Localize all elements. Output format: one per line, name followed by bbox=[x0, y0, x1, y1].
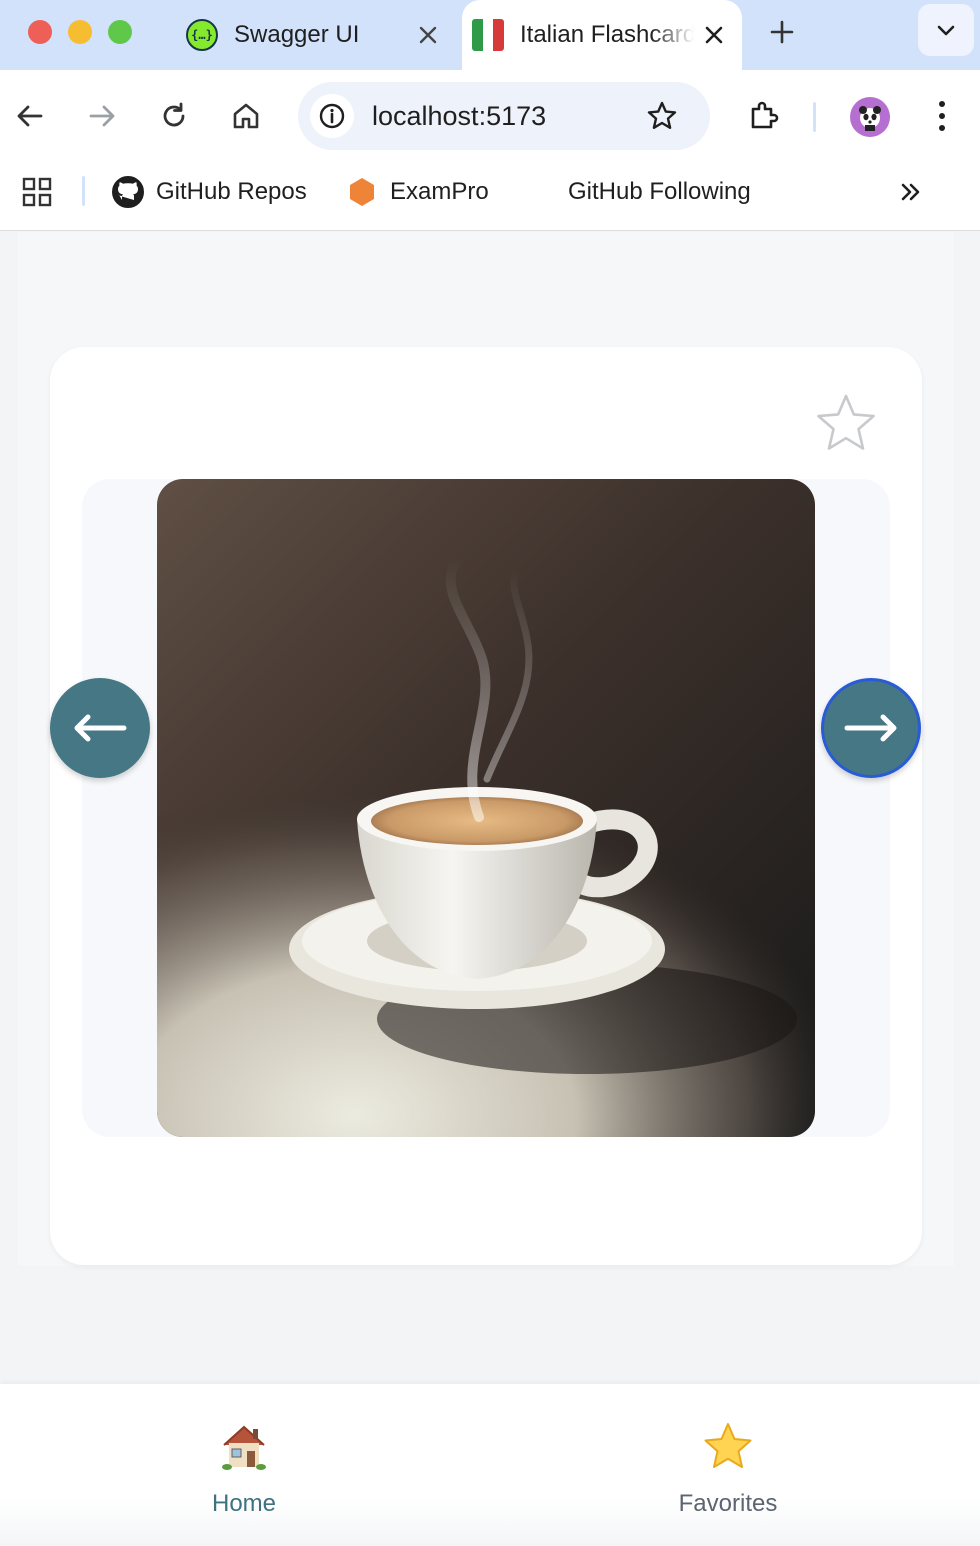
github-icon bbox=[112, 176, 144, 208]
bookmark-exampro[interactable]: ExamPro bbox=[346, 172, 489, 212]
bookmark-star-icon[interactable] bbox=[640, 94, 684, 138]
swagger-icon: {…} bbox=[186, 19, 218, 51]
nav-favorites[interactable]: Favorites bbox=[628, 1420, 828, 1518]
bottom-navigation: Home Favorites bbox=[0, 1384, 980, 1546]
window-close-button[interactable] bbox=[28, 20, 52, 44]
url-text[interactable]: localhost:5173 bbox=[372, 101, 640, 132]
tab-search-button[interactable] bbox=[918, 4, 974, 56]
chevron-down-icon bbox=[937, 25, 955, 36]
apps-grid-icon bbox=[22, 177, 52, 207]
close-tab-icon[interactable] bbox=[408, 15, 448, 55]
extensions-button[interactable] bbox=[742, 94, 786, 138]
italy-flag-icon bbox=[472, 19, 504, 51]
new-tab-button[interactable] bbox=[760, 10, 804, 54]
arrow-left-icon bbox=[17, 105, 43, 127]
address-bar[interactable]: localhost:5173 bbox=[298, 82, 710, 150]
site-info-icon[interactable] bbox=[310, 94, 354, 138]
hexagon-icon bbox=[346, 176, 378, 208]
nav-home-label: Home bbox=[211, 1490, 277, 1517]
favorite-toggle[interactable] bbox=[812, 390, 880, 458]
browser-menu-button[interactable] bbox=[920, 94, 964, 138]
bookmarks-bar: GitHub Repos ExamPro GitHub Following bbox=[0, 160, 980, 231]
nav-home[interactable]: Home bbox=[144, 1420, 344, 1518]
house-icon bbox=[216, 1420, 272, 1474]
next-card-button[interactable] bbox=[821, 678, 921, 778]
toolbar-divider bbox=[813, 102, 816, 132]
back-button[interactable] bbox=[8, 94, 52, 138]
tab-title: Swagger UI bbox=[234, 21, 360, 48]
tab-italian-flashcards[interactable]: Italian Flashcards bbox=[462, 0, 742, 70]
double-chevron-right-icon bbox=[901, 183, 920, 201]
bookmark-github-following[interactable]: GitHub Following bbox=[568, 172, 751, 212]
browser-toolbar: localhost:5173 bbox=[0, 70, 980, 160]
reload-icon bbox=[163, 102, 185, 127]
bookmarks-divider bbox=[82, 176, 85, 206]
plus-icon bbox=[770, 20, 794, 44]
nav-favorites-label: Favorites bbox=[678, 1490, 778, 1517]
previous-card-button[interactable] bbox=[50, 678, 150, 778]
arrow-left-icon bbox=[74, 714, 127, 742]
flashcard-image[interactable] bbox=[157, 479, 815, 1137]
home-button[interactable] bbox=[224, 94, 268, 138]
close-tab-icon[interactable] bbox=[694, 15, 734, 55]
forward-button[interactable] bbox=[80, 94, 124, 138]
bookmark-label: GitHub Repos bbox=[156, 178, 307, 205]
more-bookmarks-button[interactable] bbox=[896, 172, 926, 212]
window-zoom-button[interactable] bbox=[108, 20, 132, 44]
tab-title: Italian Flashcards bbox=[520, 21, 694, 48]
tab-swagger-ui[interactable]: {…} Swagger UI bbox=[176, 0, 456, 70]
window-minimize-button[interactable] bbox=[68, 20, 92, 44]
home-icon bbox=[233, 103, 259, 129]
panda-icon bbox=[859, 106, 881, 131]
reload-button[interactable] bbox=[152, 94, 196, 138]
puzzle-icon bbox=[751, 101, 779, 129]
tab-strip: {…} Swagger UI Italian Flashcards bbox=[0, 0, 980, 70]
profile-avatar[interactable] bbox=[850, 97, 890, 137]
arrow-right-icon bbox=[89, 105, 115, 127]
arrow-right-icon bbox=[844, 714, 897, 742]
apps-button[interactable] bbox=[20, 172, 54, 212]
bookmark-github-repos[interactable]: GitHub Repos bbox=[112, 172, 307, 212]
more-vertical-icon bbox=[939, 101, 945, 131]
espresso-cup-image bbox=[157, 479, 815, 1137]
bookmark-label: GitHub Following bbox=[568, 178, 751, 205]
star-icon bbox=[700, 1420, 756, 1474]
star-outline-icon bbox=[817, 394, 875, 450]
bookmark-label: ExamPro bbox=[390, 178, 489, 205]
